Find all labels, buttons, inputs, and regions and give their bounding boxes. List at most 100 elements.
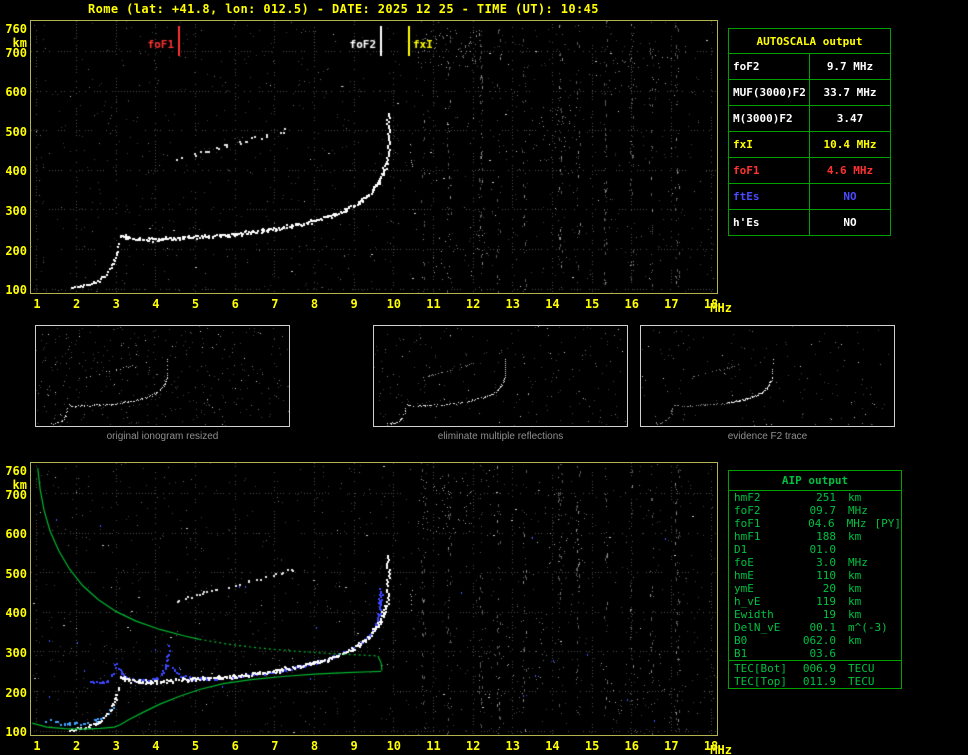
x-tick-label: 8	[310, 297, 319, 311]
ionogram-canvas-bottom	[31, 463, 717, 735]
aip-label: TEC[Top]	[734, 675, 787, 688]
x-tick-label: 11	[426, 739, 441, 753]
aip-value: 062.0	[802, 634, 836, 647]
x-tick-label: 8	[310, 739, 319, 753]
autoscala-output-table: AUTOSCALA output foF2 9.7 MHz MUF(3000)F2 3…	[728, 28, 891, 236]
aip-value: 119	[816, 595, 836, 608]
x-tick-label: 1	[33, 297, 41, 311]
x-tick-label: 17	[664, 739, 679, 753]
y-axis-unit-label: km	[12, 478, 27, 493]
x-tick-label: 10	[386, 297, 402, 311]
x-tick-label: 7	[271, 297, 279, 311]
x-tick-label: 16	[624, 297, 639, 311]
autoscala-param-label: M(3000)F2	[728, 105, 810, 132]
thumbnail-caption-f2-trace: evidence F2 trace	[727, 431, 808, 442]
aip-row: TEC[Bot] 006.9 TECU	[729, 662, 901, 675]
autoscala-table-header: AUTOSCALA output	[728, 28, 891, 54]
ionogram-plot-top	[30, 20, 718, 294]
aip-tec-rows: TEC[Bot] 006.9 TECU TEC[Top] 011.9 TECU	[729, 660, 901, 688]
aip-row: foF2 09.7 MHz	[729, 504, 901, 517]
aip-extra	[861, 582, 869, 595]
aip-rows: hmF2 251 km foF2 09.7 MHz foF1 04.6 MHz [PY] hmF1 1…	[729, 491, 901, 660]
x-axis-unit-label: MHz	[710, 743, 732, 755]
aip-label: DelN_vE	[734, 621, 781, 634]
autoscala-param-value: NO	[809, 209, 891, 236]
y-tick-label: 100	[5, 725, 27, 740]
y-tick-label: 500	[5, 566, 27, 581]
x-tick-label: 1	[33, 739, 41, 753]
table-row: ftEs NO	[728, 183, 891, 210]
autoscala-param-label: foF1	[728, 157, 810, 184]
aip-unit: MHz	[846, 517, 867, 530]
y-tick-label: 760	[5, 464, 27, 479]
aip-row: hmE 110 km	[729, 569, 901, 582]
aip-label: foF2	[734, 504, 761, 517]
aip-value: 006.9	[802, 662, 836, 675]
y-tick-label: 400	[5, 606, 27, 621]
aip-unit: km	[848, 595, 862, 608]
thumbnail-caption-no-multiples: eliminate multiple reflections	[437, 431, 564, 442]
autoscala-window: Rome (lat: +41.8, lon: 012.5) - DATE: 20…	[0, 0, 968, 755]
y-tick-label: 200	[5, 685, 27, 700]
x-tick-label: 15	[584, 297, 600, 311]
thumbnail-canvas-f2-trace	[641, 326, 894, 426]
x-tick-label: 2	[72, 739, 81, 753]
aip-row: D1 01.0	[729, 543, 901, 556]
x-tick-label: 13	[505, 297, 520, 311]
aip-label: foF1	[734, 517, 761, 530]
x-tick-label: 6	[231, 739, 239, 753]
aip-label: B1	[734, 647, 748, 660]
x-tick-label: 3	[112, 739, 120, 753]
aip-extra	[861, 491, 869, 504]
y-tick-label: 200	[5, 243, 27, 258]
x-tick-label: 9	[350, 739, 358, 753]
autoscala-param-value: 3.47	[809, 105, 891, 132]
y-tick-label: 400	[5, 164, 27, 179]
aip-extra	[875, 662, 883, 675]
x-tick-label: 6	[231, 297, 239, 311]
x-tick-label: 2	[72, 297, 81, 311]
ionogram-plot-bottom	[30, 462, 718, 736]
y-axis-unit-label: km	[12, 36, 27, 51]
aip-unit: km	[848, 634, 862, 647]
aip-label: Ewidth	[734, 608, 774, 621]
y-tick-label: 300	[5, 645, 27, 660]
autoscala-param-value: NO	[809, 183, 891, 210]
table-row: foF1 4.6 MHz	[728, 157, 891, 184]
thumbnail-f2-trace	[640, 325, 895, 427]
aip-value: 09.7	[809, 504, 837, 517]
station-date-title: Rome (lat: +41.8, lon: 012.5) - DATE: 20…	[88, 2, 599, 16]
x-tick-label: 11	[426, 297, 441, 311]
aip-label: foE	[734, 556, 754, 569]
aip-label: ymE	[734, 582, 754, 595]
aip-unit	[836, 647, 848, 660]
table-row: AUTOSCALA output	[728, 28, 891, 54]
aip-label: hmF2	[734, 491, 761, 504]
aip-row: foE 3.0 MHz	[729, 556, 901, 569]
thumbnail-caption-original: original ionogram resized	[106, 431, 219, 442]
y-tick-label: 760	[5, 22, 27, 37]
y-tick-label: 300	[5, 203, 27, 218]
autoscala-param-value: 10.4 MHz	[809, 131, 891, 158]
aip-value: 20	[822, 582, 836, 595]
aip-unit	[836, 543, 848, 556]
aip-unit: MHz	[848, 556, 868, 569]
autoscala-param-label: MUF(3000)F2	[728, 79, 810, 106]
aip-extra	[861, 634, 869, 647]
aip-value: 01.0	[809, 543, 837, 556]
aip-label: D1	[734, 543, 748, 556]
x-tick-label: 14	[545, 739, 560, 753]
table-row: fxI 10.4 MHz	[728, 131, 891, 158]
aip-label: hmE	[734, 569, 754, 582]
aip-row: hmF2 251 km	[729, 491, 901, 504]
x-tick-label: 15	[584, 739, 600, 753]
table-row: M(3000)F2 3.47	[728, 105, 891, 132]
aip-value: 011.9	[802, 675, 836, 688]
aip-unit: TECU	[848, 662, 875, 675]
thumbnail-no-multiples	[373, 325, 628, 427]
aip-extra	[848, 543, 856, 556]
aip-extra	[868, 504, 876, 517]
autoscala-param-label: ftEs	[728, 183, 810, 210]
autoscala-param-label: fxI	[728, 131, 810, 158]
aip-extra	[875, 675, 883, 688]
